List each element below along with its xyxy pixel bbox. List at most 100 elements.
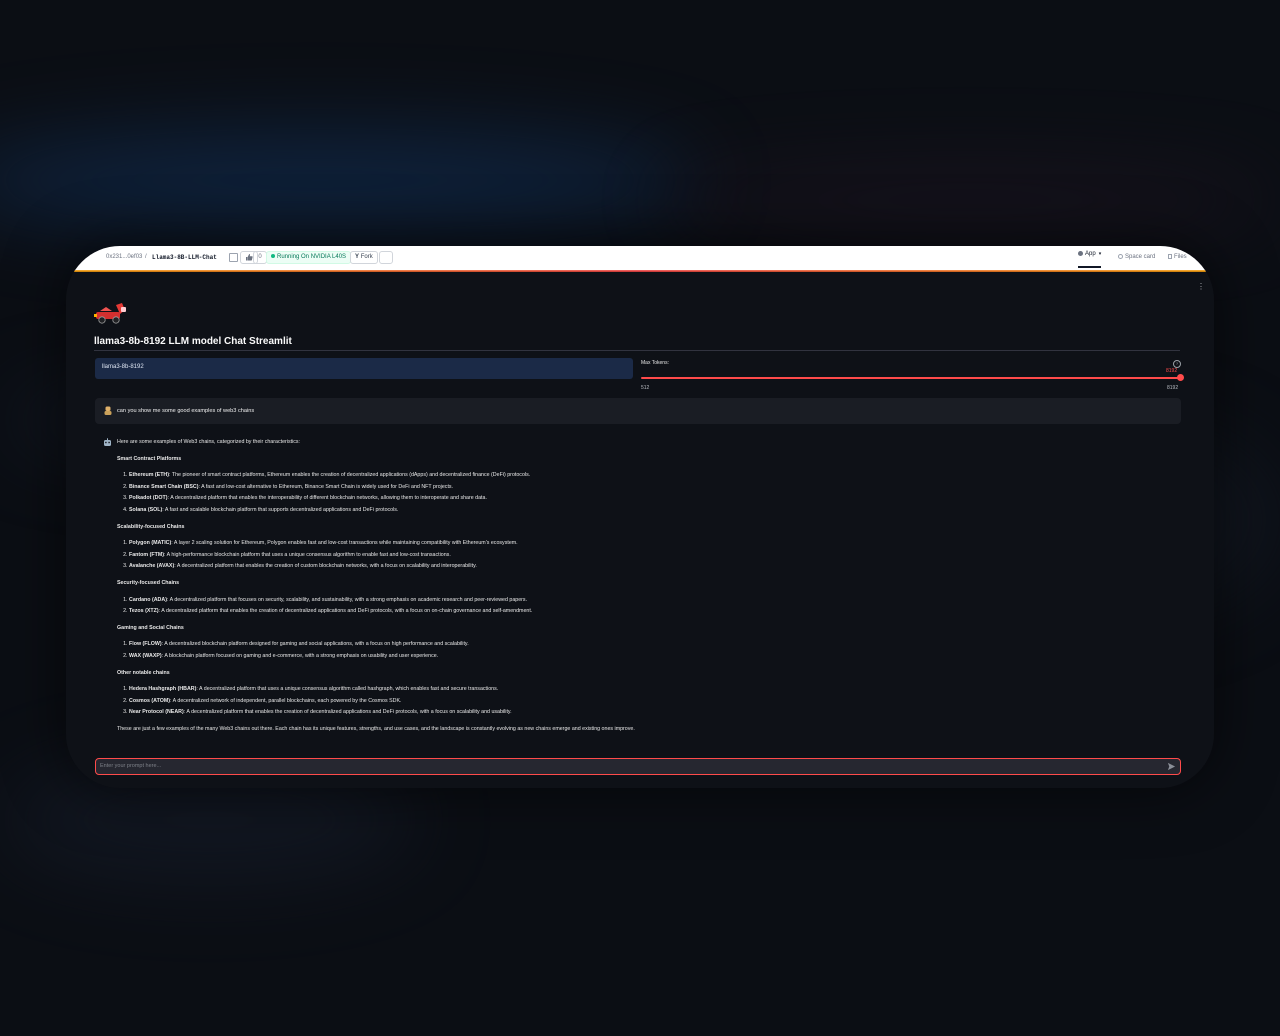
- chain-desc: : The pioneer of smart contract platform…: [169, 472, 531, 479]
- model-select[interactable]: llama3-8b-8192: [95, 358, 633, 379]
- list-item: Near Protocol (NEAR): A decentralized pl…: [129, 707, 1177, 719]
- list-item: Hedera Hashgraph (HBAR): A decentralized…: [129, 684, 1177, 696]
- chain-name: WAX (WAXP): [129, 652, 162, 659]
- chat-input[interactable]: [100, 761, 1160, 771]
- max-tokens-label: Max Tokens:: [641, 360, 669, 366]
- chain-desc: : A decentralized platform that enables …: [167, 495, 487, 502]
- hf-space-header: ...ce 0x231...0ef03 / Llama3-8B-LLM-Chat…: [66, 246, 1214, 271]
- section-heading: Scalability-focused Chains: [117, 523, 185, 530]
- list-item: Tezos (XTZ): A decentralized platform th…: [129, 606, 1177, 618]
- chain-list: Hedera Hashgraph (HBAR): A decentralized…: [117, 684, 1177, 719]
- tab-files-label: Files: [1174, 254, 1187, 261]
- list-item: Polygon (MATIC): A layer 2 scaling solut…: [129, 538, 1177, 550]
- owner-name[interactable]: ...ce: [74, 254, 86, 260]
- tab-space-card-label: Space card: [1125, 254, 1156, 261]
- list-item: WAX (WAXP): A blockchain platform focuse…: [129, 651, 1177, 663]
- chain-name: Binance Smart Chain (BSC): [129, 483, 199, 490]
- list-item: Solana (SOL): A fast and scalable blockc…: [129, 505, 1177, 517]
- llama-logo-icon: [94, 303, 126, 324]
- max-tokens-slider-track[interactable]: [641, 377, 1181, 379]
- model-select-value: llama3-8b-8192: [102, 364, 144, 370]
- chain-desc: : A blockchain platform focused on gamin…: [161, 652, 439, 659]
- send-icon[interactable]: [1167, 762, 1176, 771]
- tab-app-label: App: [1085, 251, 1096, 258]
- assistant-avatar-icon: [104, 438, 111, 446]
- like-icon: [246, 254, 253, 261]
- chain-name: Flow (FLOW): [129, 641, 162, 648]
- chain-desc: : A decentralized blockchain platform de…: [161, 641, 469, 648]
- chain-list: Ethereum (ETH): The pioneer of smart con…: [117, 470, 1177, 516]
- max-tokens-min: 512: [641, 385, 650, 391]
- list-item: Cardano (ADA): A decentralized platform …: [129, 595, 1177, 607]
- user-avatar-icon: [104, 406, 112, 415]
- chain-desc: : A decentralized platform that enables …: [158, 608, 533, 615]
- streamlit-app: ⋮ llama3-8b-8192 LLM model Chat Streamli…: [66, 272, 1214, 788]
- list-item: Binance Smart Chain (BSC): A fast and lo…: [129, 482, 1177, 494]
- help-icon[interactable]: ?: [1173, 360, 1181, 368]
- copy-icon[interactable]: [229, 253, 238, 262]
- assistant-intro: Here are some examples of Web3 chains, c…: [117, 439, 301, 445]
- chain-name: Fantom (FTM): [129, 551, 165, 558]
- assistant-message: Here are some examples of Web3 chains, c…: [117, 437, 1177, 735]
- title-divider: [94, 350, 1180, 351]
- more-actions-button[interactable]: [379, 251, 393, 264]
- chain-desc: : A decentralized platform that uses a u…: [196, 686, 499, 693]
- background-blur: [660, 170, 1280, 230]
- chain-name: Avalanche (AVAX): [129, 563, 175, 570]
- tab-space-card[interactable]: Space card: [1118, 254, 1155, 260]
- tab-files[interactable]: Files: [1168, 254, 1187, 260]
- chain-name: Solana (SOL): [129, 506, 163, 513]
- chain-desc: : A decentralized platform that enables …: [183, 709, 512, 716]
- section-heading: Smart Contract Platforms: [117, 455, 182, 462]
- chain-desc: : A fast and scalable blockchain platfor…: [162, 506, 399, 513]
- chain-list: Flow (FLOW): A decentralized blockchain …: [117, 639, 1177, 662]
- list-item: Fantom (FTM): A high-performance blockch…: [129, 550, 1177, 562]
- files-icon: [1168, 254, 1172, 259]
- background-blur: [0, 130, 700, 230]
- app-icon: [1078, 251, 1083, 256]
- chain-desc: : A decentralized platform that focuses …: [166, 596, 528, 603]
- chain-name: Cosmos (ATOM): [129, 697, 171, 704]
- fork-icon: Y: [355, 254, 360, 260]
- chain-list: Cardano (ADA): A decentralized platform …: [117, 595, 1177, 618]
- space-card-icon: [1118, 254, 1123, 259]
- section-heading: Other notable chains: [117, 669, 170, 676]
- chain-desc: : A decentralized network of independent…: [170, 697, 402, 704]
- chain-desc: : A layer 2 scaling solution for Ethereu…: [171, 540, 518, 547]
- list-item: Polkadot (DOT): A decentralized platform…: [129, 493, 1177, 505]
- tab-app[interactable]: App ▾: [1078, 251, 1102, 268]
- chain-list: Polygon (MATIC): A layer 2 scaling solut…: [117, 538, 1177, 573]
- list-item: Avalanche (AVAX): A decentralized platfo…: [129, 561, 1177, 573]
- user-message-text: can you show me some good examples of we…: [117, 408, 255, 414]
- chevron-down-icon: ▾: [1098, 251, 1102, 258]
- assistant-outro: These are just a few examples of the man…: [117, 725, 635, 732]
- chain-desc: : A fast and low-cost alternative to Eth…: [198, 483, 454, 490]
- chain-name: Hedera Hashgraph (HBAR): [129, 686, 197, 693]
- chain-name: Ethereum (ETH): [129, 472, 170, 479]
- space-name[interactable]: Llama3-8B-LLM-Chat: [152, 254, 217, 261]
- chain-name: Tezos (XTZ): [129, 608, 159, 615]
- kebab-menu-icon[interactable]: ⋮: [1197, 282, 1205, 291]
- user-message: can you show me some good examples of we…: [95, 398, 1181, 424]
- section-heading: Gaming and Social Chains: [117, 624, 184, 631]
- list-item: Flow (FLOW): A decentralized blockchain …: [129, 639, 1177, 651]
- list-item: Cosmos (ATOM): A decentralized network o…: [129, 696, 1177, 708]
- max-tokens-max: 8192: [1167, 385, 1179, 391]
- running-badge-text: Running On NVIDIA L40S: [277, 254, 347, 260]
- list-item: Ethereum (ETH): The pioneer of smart con…: [129, 470, 1177, 482]
- max-tokens-slider-thumb[interactable]: [1176, 374, 1184, 381]
- path-separator: /: [145, 254, 147, 260]
- like-count: 0: [253, 251, 267, 264]
- chain-name: Polygon (MATIC): [129, 540, 172, 547]
- max-tokens-value: 8192: [1166, 368, 1178, 374]
- fork-button[interactable]: Y Fork: [350, 251, 378, 264]
- chain-desc: : A decentralized platform that enables …: [174, 563, 477, 570]
- section-heading: Security-focused Chains: [117, 579, 180, 586]
- chain-name: Cardano (ADA): [129, 596, 167, 603]
- chain-desc: : A high-performance blockchain platform…: [164, 551, 451, 558]
- space-path[interactable]: 0x231...0ef03: [106, 254, 142, 260]
- page-title: llama3-8b-8192 LLM model Chat Streamlit: [94, 336, 292, 347]
- fork-label: Fork: [360, 254, 373, 260]
- chain-name: Polkadot (DOT): [129, 495, 168, 502]
- app-window: ...ce 0x231...0ef03 / Llama3-8B-LLM-Chat…: [66, 246, 1214, 788]
